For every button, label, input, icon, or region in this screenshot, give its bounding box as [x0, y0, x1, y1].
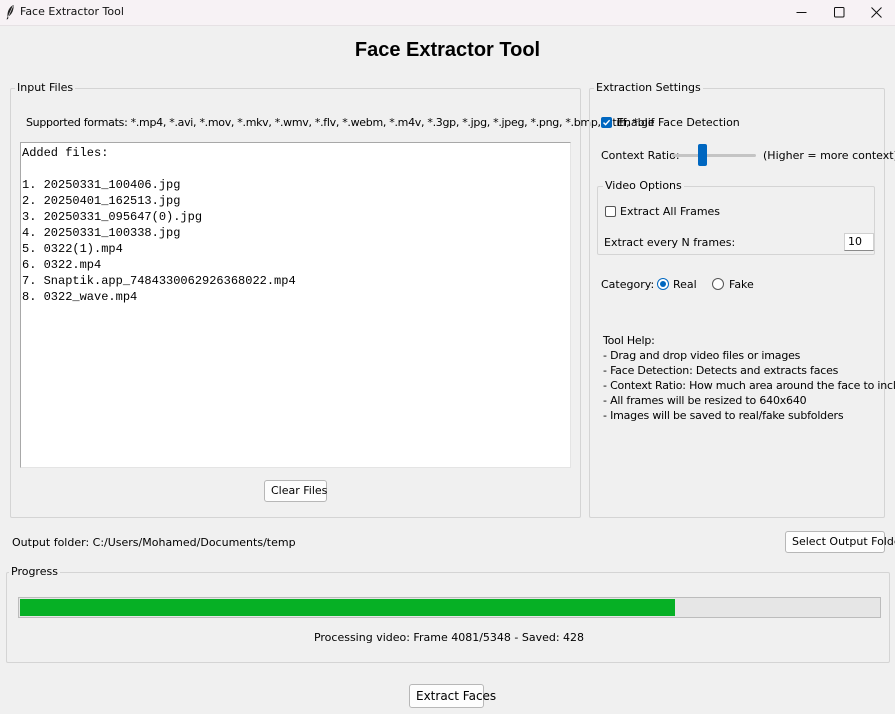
extraction-settings-group: Extraction Settings Enable Face Detectio… — [589, 81, 895, 518]
file-list-item: 6. 0322.mp4 — [22, 258, 102, 272]
output-folder-label: Output folder: C:/Users/Mohamed/Document… — [12, 536, 296, 549]
file-list-header: Added files: — [22, 146, 109, 160]
extract-all-frames-checkbox[interactable] — [605, 206, 616, 217]
progress-bar — [18, 597, 881, 618]
tool-help-line: - Context Ratio: How much area around th… — [603, 379, 895, 392]
face-detection-label: Enable Face Detection — [617, 116, 740, 129]
extract-all-frames-label: Extract All Frames — [620, 205, 721, 218]
tool-help-line: - Drag and drop video files or images — [603, 349, 801, 362]
minimize-icon — [796, 12, 806, 13]
input-files-group: Input Files Supported formats: *.mp4, *.… — [10, 81, 654, 518]
progress-bar-fill — [20, 599, 675, 616]
input-files-group-label: Input Files — [15, 81, 76, 95]
file-list-textbox[interactable]: Added files: 1. 20250331_100406.jpg 2. 2… — [20, 142, 571, 468]
tool-help-title: Tool Help: — [603, 334, 655, 347]
video-options-group: Video Options Extract All Frames Extract… — [597, 179, 875, 255]
category-real-radio[interactable] — [657, 278, 669, 290]
context-ratio-hint: (Higher = more context) — [763, 149, 895, 162]
supported-formats-text: Supported formats: *.mp4, *.avi, *.mov, … — [26, 116, 655, 129]
category-label: Category: — [601, 278, 655, 291]
file-list-item: 4. 20250331_100338.jpg — [22, 226, 181, 240]
file-list-item: 8. 0322_wave.mp4 — [22, 290, 138, 304]
face-detection-checkbox[interactable] — [601, 117, 612, 128]
extract-faces-button[interactable]: Extract Faces — [409, 684, 496, 708]
extract-every-n-label: Extract every N frames: — [604, 236, 736, 249]
progress-status-text: Processing video: Frame 4081/5348 - Save… — [313, 631, 585, 644]
feather-icon — [5, 4, 15, 20]
minimize-button[interactable] — [781, 0, 821, 25]
maximize-button[interactable] — [819, 0, 859, 25]
category-fake-label: Fake — [729, 278, 754, 291]
file-list-item: 3. 20250331_095647(0).jpg — [22, 210, 203, 224]
tool-help-line: - Face Detection: Detects and extracts f… — [603, 364, 839, 377]
close-icon — [870, 7, 882, 18]
context-ratio-slider-thumb[interactable] — [698, 144, 707, 166]
app-heading: Face Extractor Tool — [354, 39, 541, 61]
context-ratio-slider[interactable] — [672, 154, 756, 157]
file-list-spacer — [22, 161, 569, 177]
extraction-settings-group-label: Extraction Settings — [594, 81, 703, 95]
maximize-icon — [833, 7, 844, 18]
progress-group-label: Progress — [9, 565, 60, 579]
video-options-group-label: Video Options — [603, 179, 684, 193]
file-list-item: 5. 0322(1).mp4 — [22, 242, 123, 256]
progress-group: Progress Processing video: Frame 4081/53… — [6, 565, 890, 663]
clear-files-button[interactable]: Clear Files — [264, 480, 327, 502]
title-bar: Face Extractor Tool — [0, 0, 895, 26]
file-list-item: 2. 20250401_162513.jpg — [22, 194, 181, 208]
category-real-label: Real — [673, 278, 697, 291]
context-ratio-label: Context Ratio: — [601, 149, 680, 162]
window-title: Face Extractor Tool — [20, 5, 124, 18]
tool-help-line: - Images will be saved to real/fake subf… — [603, 409, 844, 422]
extract-every-n-input[interactable]: 10 — [844, 233, 874, 251]
category-fake-radio[interactable] — [712, 278, 724, 290]
app-window: Face Extractor Tool Face Extractor Tool … — [0, 0, 895, 714]
file-list-item: 1. 20250331_100406.jpg — [22, 178, 181, 192]
checkmark-icon — [603, 119, 611, 126]
select-output-folder-button[interactable]: Select Output Folder — [785, 531, 895, 553]
close-button[interactable] — [856, 0, 895, 25]
file-list-item: 7. Snaptik.app_7484330062926368022.mp4 — [22, 274, 296, 288]
tool-help-text: Tool Help: - Drag and drop video files o… — [603, 333, 895, 423]
tool-help-line: - All frames will be resized to 640x640 — [603, 394, 807, 407]
